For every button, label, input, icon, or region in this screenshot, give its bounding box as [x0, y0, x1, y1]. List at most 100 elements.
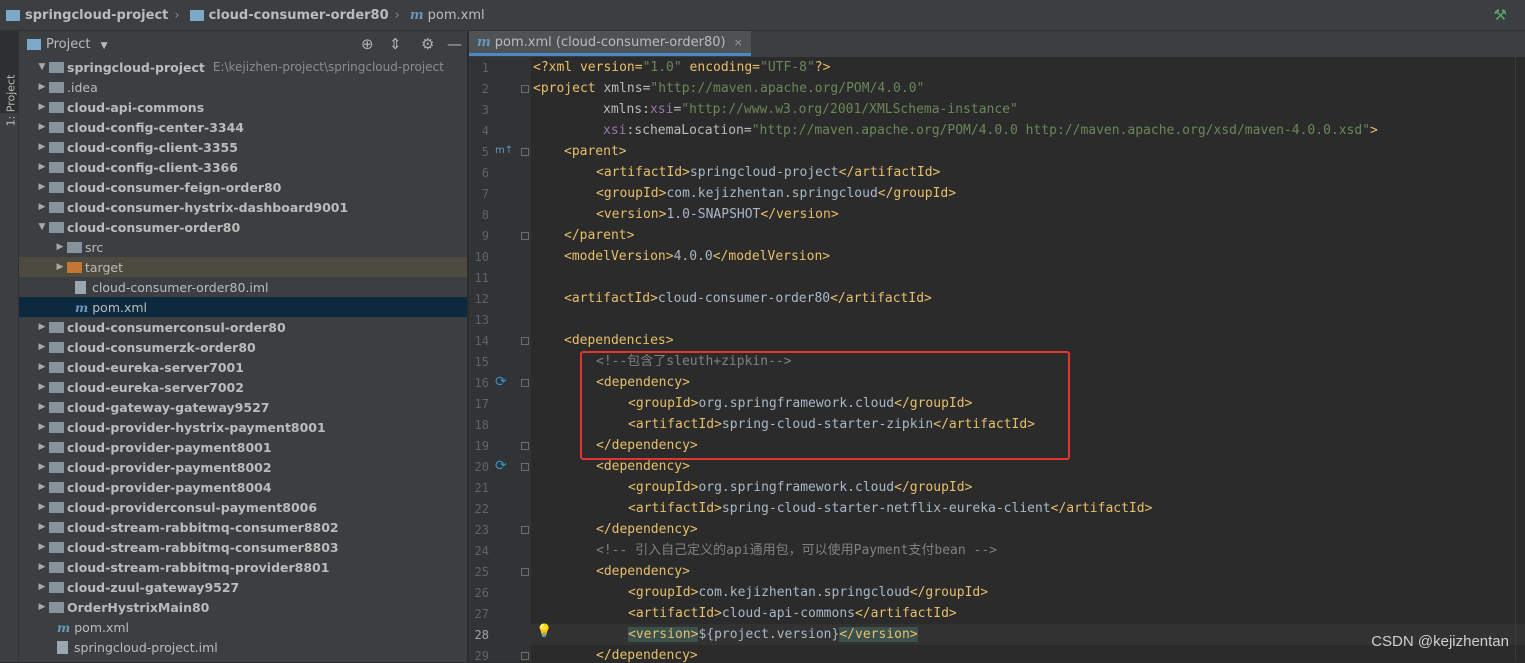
chevron-right-icon[interactable]: ▶ [35, 202, 49, 212]
maven-icon: m [477, 34, 491, 50]
fold-marker-icon[interactable] [521, 442, 529, 450]
tree-node[interactable]: ▶ cloud-eureka-server7001 [19, 357, 467, 377]
fold-marker-icon[interactable] [521, 568, 529, 576]
line-number: 2 [481, 82, 489, 96]
tree-node[interactable]: ▶ cloud-provider-payment8002 [19, 457, 467, 477]
chevron-right-icon[interactable]: ▶ [53, 242, 67, 252]
collapse-all-icon[interactable]: ⇕ [389, 35, 402, 53]
tree-node[interactable]: m pom.xml [19, 617, 467, 637]
chevron-right-icon[interactable]: ▶ [35, 542, 49, 552]
tree-node[interactable]: ▶ cloud-provider-hystrix-payment8001 [19, 417, 467, 437]
tree-node[interactable]: ▶ cloud-config-client-3355 [19, 137, 467, 157]
chevron-right-icon[interactable]: ▶ [35, 162, 49, 172]
tree-node-root[interactable]: ▼ springcloud-project E:\kejizhen-projec… [19, 57, 467, 77]
tree-node[interactable]: ▶ cloud-gateway-gateway9527 [19, 397, 467, 417]
code-line-24: <!-- 引入自己定义的api通用包，可以使用Payment支付bean --> [596, 543, 998, 558]
chevron-right-icon[interactable]: ▶ [35, 122, 49, 132]
maven-parent-icon[interactable]: m↑ [495, 145, 513, 156]
breadcrumb-separator: › [174, 7, 180, 23]
tree-node[interactable]: springcloud-project.iml [19, 637, 467, 657]
chevron-right-icon[interactable]: ▶ [35, 462, 49, 472]
project-tool-tab[interactable]: 1: Project [0, 31, 18, 126]
fold-marker-icon[interactable] [521, 148, 529, 156]
gear-icon[interactable]: ⚙ [421, 35, 434, 53]
module-folder-icon [49, 221, 64, 233]
chevron-right-icon[interactable]: ▶ [35, 322, 49, 332]
chevron-right-icon[interactable]: ▶ [53, 262, 67, 272]
fold-marker-icon[interactable] [521, 526, 529, 534]
fold-marker-icon[interactable] [521, 85, 529, 93]
chevron-right-icon[interactable]: ▶ [35, 402, 49, 412]
breadcrumb-project[interactable]: springcloud-project [6, 8, 168, 23]
tree-node[interactable]: ▶ cloud-config-center-3344 [19, 117, 467, 137]
chevron-right-icon[interactable]: ▶ [35, 382, 49, 392]
build-hammer-icon[interactable]: ⚒ [1494, 6, 1507, 24]
tree-node[interactable]: ▶ cloud-stream-rabbitmq-consumer8803 [19, 537, 467, 557]
tab-pom-xml[interactable]: m pom.xml (cloud-consumer-order80) × [469, 31, 751, 56]
tree-node-expanded[interactable]: ▼ cloud-consumer-order80 [19, 217, 467, 237]
tree-node[interactable]: ▶ cloud-provider-payment8004 [19, 477, 467, 497]
tree-node[interactable]: ▶ cloud-stream-rabbitmq-provider8801 [19, 557, 467, 577]
chevron-right-icon[interactable]: ▶ [35, 362, 49, 372]
breadcrumb-module[interactable]: cloud-consumer-order80 [189, 8, 389, 23]
tree-node-selected[interactable]: m pom.xml [19, 297, 467, 317]
tree-node[interactable]: ▶ cloud-stream-rabbitmq-consumer8802 [19, 517, 467, 537]
tree-node[interactable]: ▶ target [19, 257, 467, 277]
chevron-right-icon[interactable]: ▶ [35, 342, 49, 352]
right-margin-guide [1515, 57, 1516, 662]
module-folder-icon [189, 9, 204, 21]
breadcrumb-file[interactable]: m pom.xml [410, 8, 485, 23]
line-number: 23 [474, 523, 489, 537]
tree-node[interactable]: cloud-consumer-order80.iml [19, 277, 467, 297]
chevron-right-icon[interactable]: ▶ [35, 142, 49, 152]
line-number: 9 [481, 229, 489, 243]
chevron-right-icon[interactable]: ▶ [35, 442, 49, 452]
bean-icon[interactable]: ⟳ [495, 374, 507, 390]
tree-node[interactable]: ▶ cloud-consumer-feign-order80 [19, 177, 467, 197]
line-number: 18 [474, 418, 489, 432]
fold-marker-icon[interactable] [521, 379, 529, 387]
module-folder-icon [49, 321, 64, 333]
tree-node[interactable]: ▶ OrderHystrixMain80 [19, 597, 467, 617]
hide-panel-icon[interactable]: — [447, 35, 462, 53]
tree-node[interactable]: ▶ cloud-zuul-gateway9527 [19, 577, 467, 597]
tree-node[interactable]: ▶ cloud-config-client-3366 [19, 157, 467, 177]
chevron-right-icon[interactable]: ▶ [35, 102, 49, 112]
lightbulb-icon[interactable]: 💡 [536, 624, 552, 639]
module-folder-icon [49, 561, 64, 573]
chevron-right-icon[interactable]: ▶ [35, 522, 49, 532]
bean-icon[interactable]: ⟳ [495, 458, 507, 474]
module-folder-icon [49, 581, 64, 593]
fold-marker-icon[interactable] [521, 652, 529, 660]
chevron-right-icon[interactable]: ▶ [35, 582, 49, 592]
module-folder-icon [49, 521, 64, 533]
fold-marker-icon[interactable] [521, 337, 529, 345]
fold-marker-icon[interactable] [521, 463, 529, 471]
chevron-right-icon[interactable]: ▶ [35, 482, 49, 492]
chevron-right-icon[interactable]: ▶ [35, 82, 49, 92]
chevron-down-icon[interactable]: ▼ [35, 222, 49, 232]
line-number: 7 [481, 187, 489, 201]
project-view-dropdown[interactable]: Project ▼ [46, 37, 108, 52]
tree-node[interactable]: ▶ cloud-consumerzk-order80 [19, 337, 467, 357]
tree-node[interactable]: ▶ cloud-consumerconsul-order80 [19, 317, 467, 337]
chevron-right-icon[interactable]: ▶ [35, 602, 49, 612]
chevron-down-icon[interactable]: ▼ [35, 62, 49, 72]
chevron-right-icon[interactable]: ▶ [35, 422, 49, 432]
tree-node[interactable]: ▶ cloud-eureka-server7002 [19, 377, 467, 397]
tree-node[interactable]: ▶ cloud-provider-payment8001 [19, 437, 467, 457]
code-line-2: <project xmlns="http://maven.apache.org/… [533, 81, 925, 96]
tree-node[interactable]: ▶ cloud-providerconsul-payment8006 [19, 497, 467, 517]
chevron-right-icon[interactable]: ▶ [35, 502, 49, 512]
tree-node[interactable]: ▶ src [19, 237, 467, 257]
chevron-right-icon[interactable]: ▶ [35, 562, 49, 572]
tree-node[interactable]: ▶ cloud-consumer-hystrix-dashboard9001 [19, 197, 467, 217]
chevron-right-icon[interactable]: ▶ [35, 182, 49, 192]
tree-node[interactable]: ▶ cloud-api-commons [19, 97, 467, 117]
fold-marker-icon[interactable] [521, 232, 529, 240]
project-view-icon [27, 38, 41, 50]
close-icon[interactable]: × [734, 36, 743, 49]
module-folder-icon [49, 201, 64, 213]
tree-node[interactable]: ▶ .idea [19, 77, 467, 97]
locate-target-icon[interactable]: ⊕ [361, 35, 374, 53]
